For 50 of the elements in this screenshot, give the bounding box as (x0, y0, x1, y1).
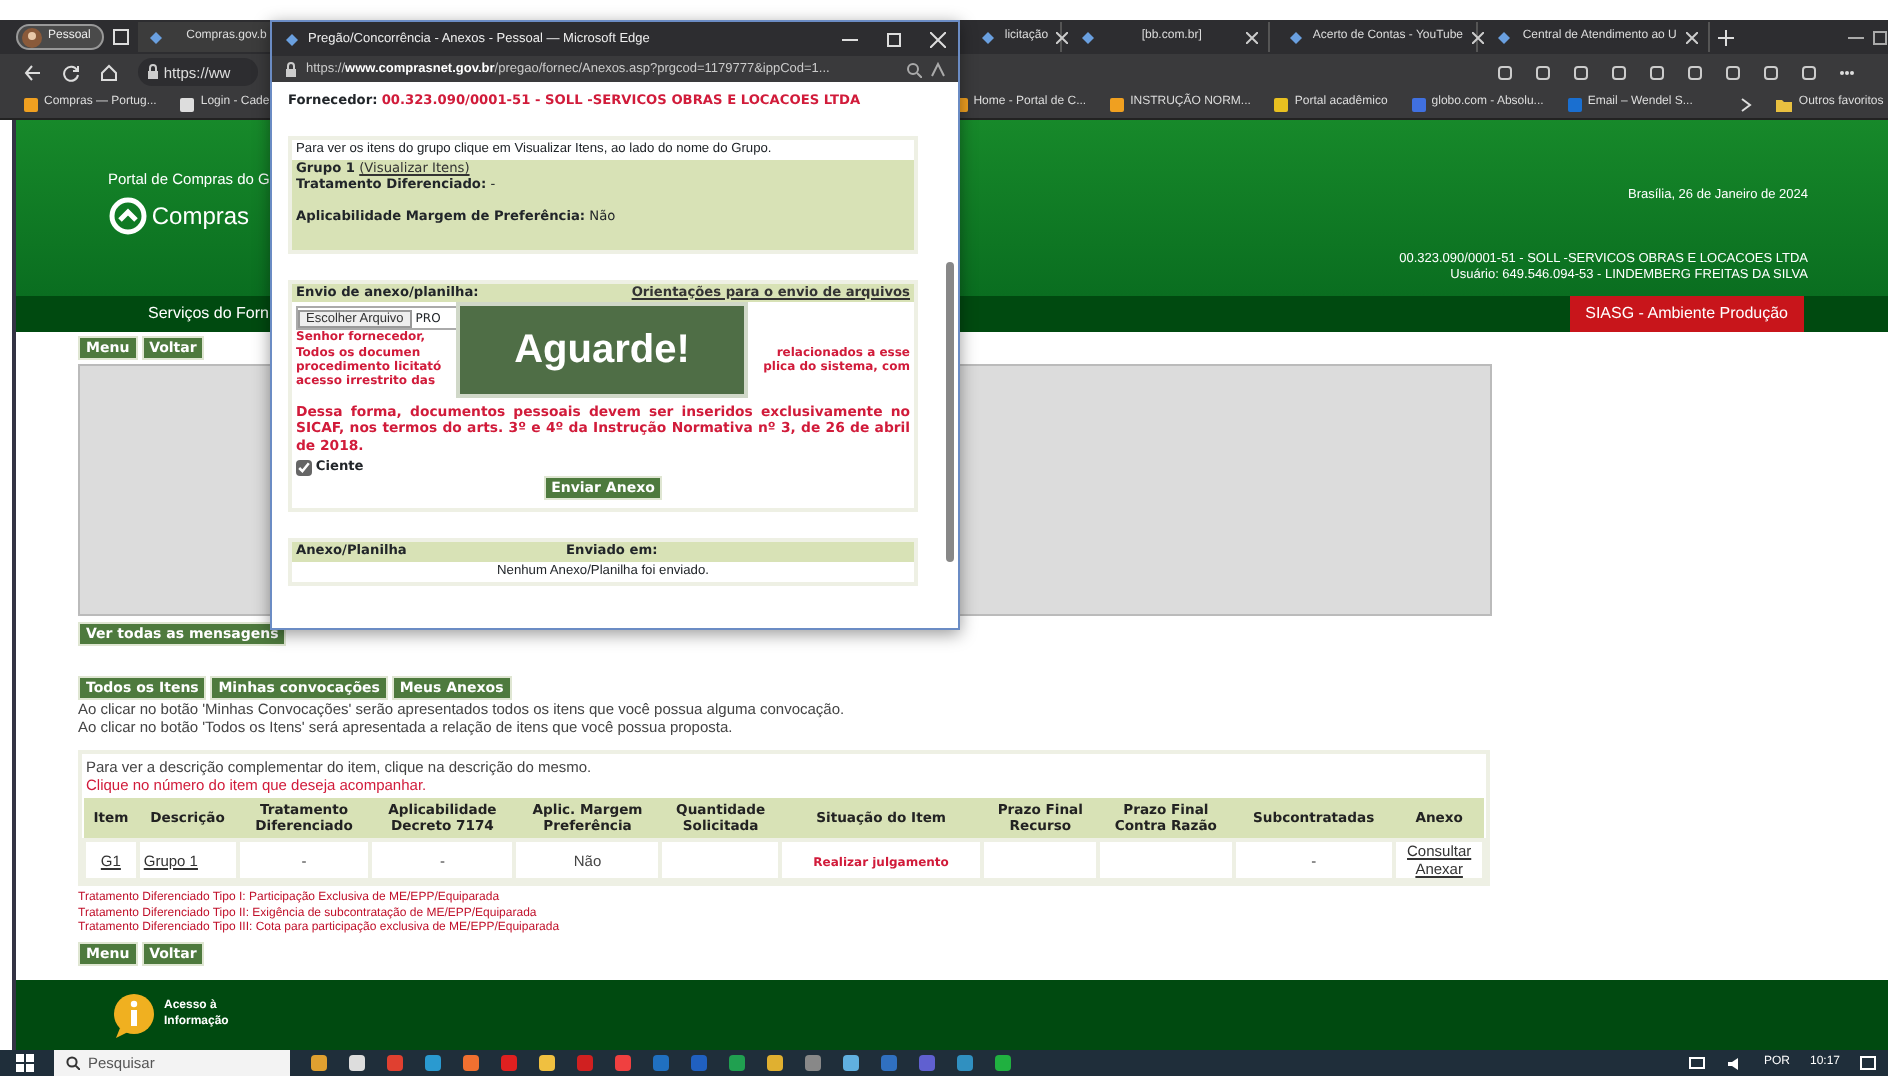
bookmark-icon (1567, 97, 1582, 111)
app-icon[interactable] (424, 1054, 442, 1072)
logo-text: Compras (151, 201, 250, 230)
tab-actions-icon[interactable] (112, 28, 131, 46)
nav-menu-item[interactable]: Serviços do Forn (148, 296, 269, 332)
folder-icon (1776, 97, 1793, 111)
close-icon[interactable] (1686, 31, 1699, 43)
app-icon[interactable] (766, 1054, 784, 1072)
page-icon (1080, 29, 1097, 45)
network-icon[interactable] (1687, 1055, 1706, 1071)
app-icon[interactable] (538, 1054, 556, 1072)
windows-start-icon[interactable] (16, 1054, 34, 1072)
app-icon[interactable] (842, 1054, 860, 1072)
app-icon[interactable] (462, 1054, 480, 1072)
lock-icon (146, 64, 160, 80)
info-icon[interactable] (112, 991, 156, 1039)
close-icon[interactable] (1056, 31, 1069, 43)
close-icon[interactable] (1246, 31, 1259, 43)
bookmark-icon (24, 97, 38, 111)
environment-badge: SIASG - Ambiente Produção (1569, 296, 1804, 332)
logo-icon (108, 195, 148, 236)
app-icon[interactable] (348, 1054, 366, 1072)
page-icon (980, 29, 997, 45)
scrollbar-thumb[interactable] (946, 262, 954, 562)
close-icon[interactable] (1471, 31, 1484, 43)
bookmark-icon (180, 97, 195, 111)
app-icon[interactable] (994, 1054, 1012, 1072)
maximize-icon[interactable] (1872, 29, 1888, 45)
page-icon (1496, 29, 1513, 45)
back-icon[interactable] (24, 63, 42, 81)
app-icon[interactable] (728, 1054, 746, 1072)
search-icon (66, 1056, 80, 1070)
bookmark-icon (1274, 97, 1289, 111)
refresh-icon[interactable] (62, 63, 80, 81)
loading-overlay: Aguarde! (456, 302, 748, 398)
chevron-right-icon[interactable] (1740, 97, 1753, 111)
volume-icon[interactable] (1725, 1055, 1744, 1071)
page-icon (1288, 29, 1305, 45)
app-icon[interactable] (310, 1054, 328, 1072)
new-tab-icon[interactable] (1718, 29, 1735, 45)
ciente-checkbox[interactable] (296, 460, 312, 477)
page-icon (284, 31, 300, 47)
lock-icon (284, 61, 298, 77)
close-icon[interactable] (930, 31, 946, 47)
avatar-icon (22, 27, 42, 47)
notification-icon[interactable] (1860, 1055, 1876, 1071)
bookmark-icon (1411, 97, 1426, 111)
bookmark-icon (1110, 97, 1125, 111)
home-icon[interactable] (100, 63, 118, 81)
page-icon (148, 29, 165, 45)
